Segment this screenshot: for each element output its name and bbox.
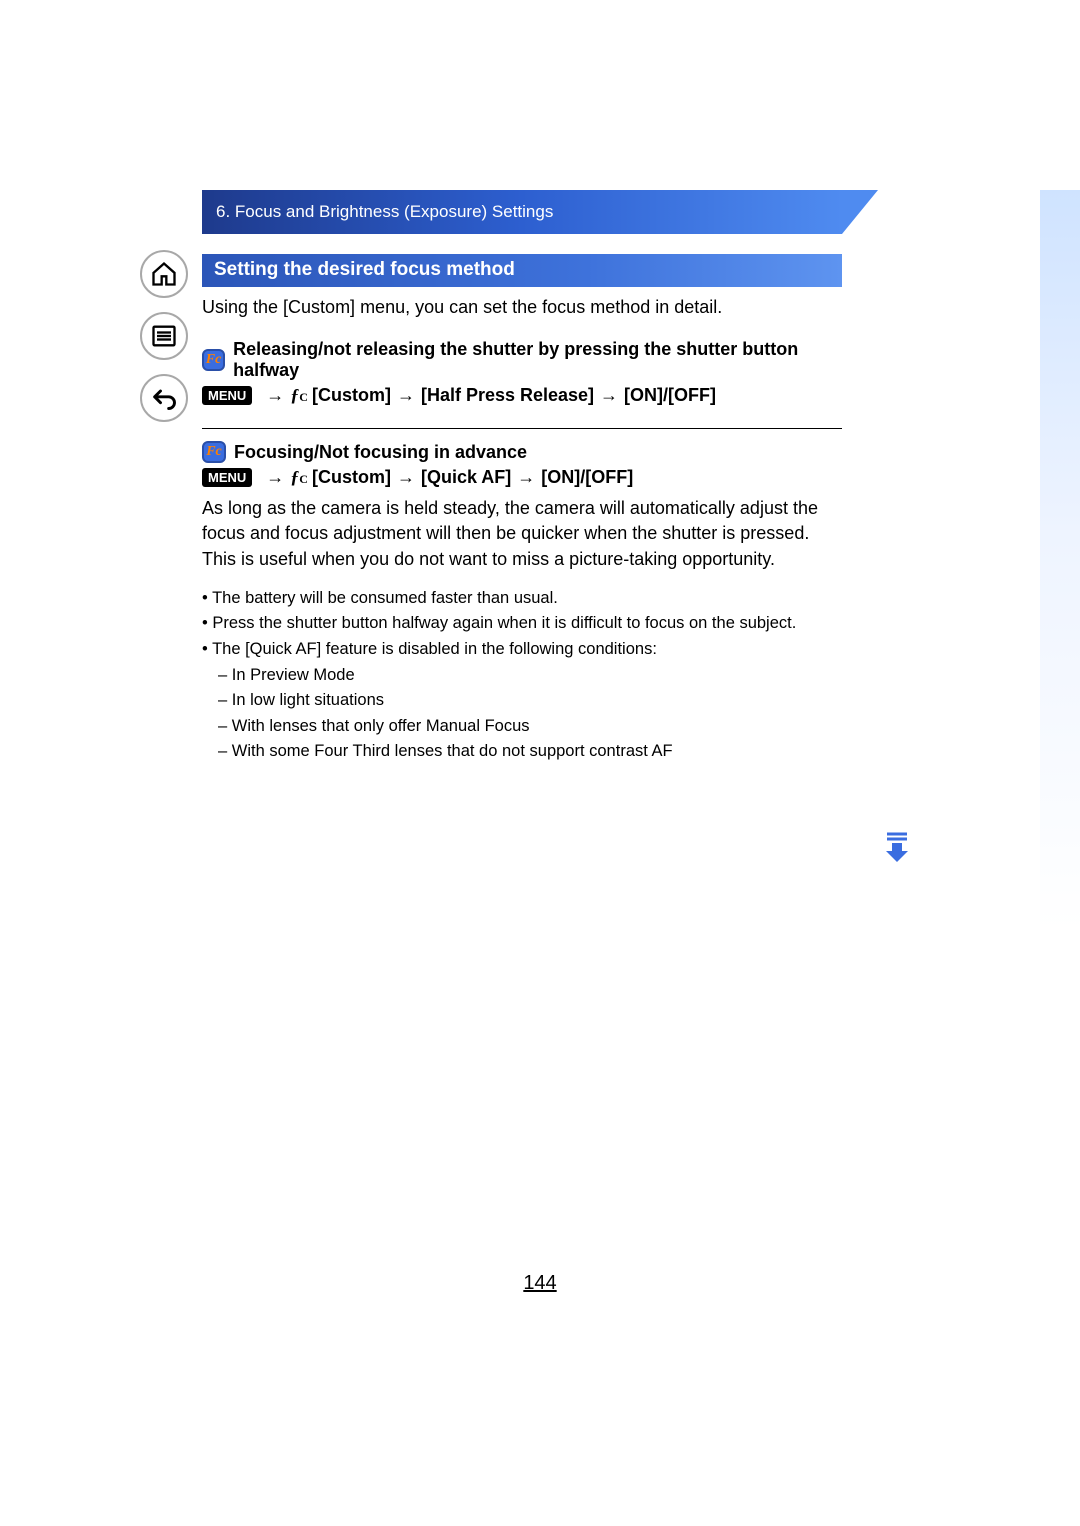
subsection-half-press-release: Fc Releasing/not releasing the shutter b… xyxy=(202,339,842,406)
list-item: The [Quick AF] feature is disabled in th… xyxy=(202,637,842,663)
custom-menu-icon: Fc xyxy=(202,349,225,371)
arrow-icon: → xyxy=(600,385,618,406)
subsection-body: As long as the camera is held steady, th… xyxy=(202,496,842,572)
home-icon xyxy=(150,260,178,288)
subsection-quick-af: Fc Focusing/Not focusing in advance MENU… xyxy=(202,441,842,765)
path-option: [ON]/[OFF] xyxy=(541,467,633,488)
path-option: [ON]/[OFF] xyxy=(624,385,716,406)
divider xyxy=(202,428,842,429)
section-intro: Using the [Custom] menu, you can set the… xyxy=(202,295,842,319)
page-number: 144 xyxy=(140,1272,940,1295)
main-column: Setting the desired focus method Using t… xyxy=(202,234,842,765)
continue-arrow-icon xyxy=(880,830,914,864)
toc-button[interactable] xyxy=(140,312,188,360)
page-edge-gradient xyxy=(1040,190,1080,1330)
section-title: Setting the desired focus method xyxy=(202,254,842,287)
fc-glyph-icon: ƒC xyxy=(290,385,308,406)
arrow-icon: → xyxy=(517,467,535,488)
toc-icon xyxy=(150,322,178,350)
menu-chip: MENU xyxy=(202,386,252,405)
list-item: In low light situations xyxy=(218,688,842,714)
breadcrumb: 6. Focus and Brightness (Exposure) Setti… xyxy=(202,202,553,222)
path-custom: [Custom] xyxy=(312,467,391,488)
side-nav xyxy=(140,250,194,436)
chapter-banner: 6. Focus and Brightness (Exposure) Setti… xyxy=(202,190,842,234)
menu-path: MENU → ƒC [Custom] → [Quick AF] → [ON]/[… xyxy=(202,467,842,488)
arrow-icon: → xyxy=(266,467,284,488)
custom-menu-icon: Fc xyxy=(202,441,226,463)
arrow-icon: → xyxy=(397,385,415,406)
conditions-list: In Preview Mode In low light situations … xyxy=(202,663,842,765)
menu-chip: MENU xyxy=(202,468,252,487)
back-arrow-icon xyxy=(150,384,178,412)
path-item: [Half Press Release] xyxy=(421,385,594,406)
arrow-icon: → xyxy=(266,385,284,406)
arrow-icon: → xyxy=(397,467,415,488)
back-button[interactable] xyxy=(140,374,188,422)
notes-list: The battery will be consumed faster than… xyxy=(202,586,842,663)
path-custom: [Custom] xyxy=(312,385,391,406)
list-item: In Preview Mode xyxy=(218,663,842,689)
fc-glyph-icon: ƒC xyxy=(290,467,308,488)
path-item: [Quick AF] xyxy=(421,467,511,488)
list-item: The battery will be consumed faster than… xyxy=(202,586,842,612)
subsection-title: Focusing/Not focusing in advance xyxy=(234,442,527,463)
subsection-title: Releasing/not releasing the shutter by p… xyxy=(233,339,842,381)
list-item: Press the shutter button halfway again w… xyxy=(202,611,842,637)
page-content: 6. Focus and Brightness (Exposure) Setti… xyxy=(140,190,940,1330)
menu-path: MENU → ƒC [Custom] → [Half Press Release… xyxy=(202,385,842,406)
home-button[interactable] xyxy=(140,250,188,298)
list-item: With some Four Third lenses that do not … xyxy=(218,739,842,765)
continue-indicator xyxy=(880,830,914,864)
list-item: With lenses that only offer Manual Focus xyxy=(218,714,842,740)
